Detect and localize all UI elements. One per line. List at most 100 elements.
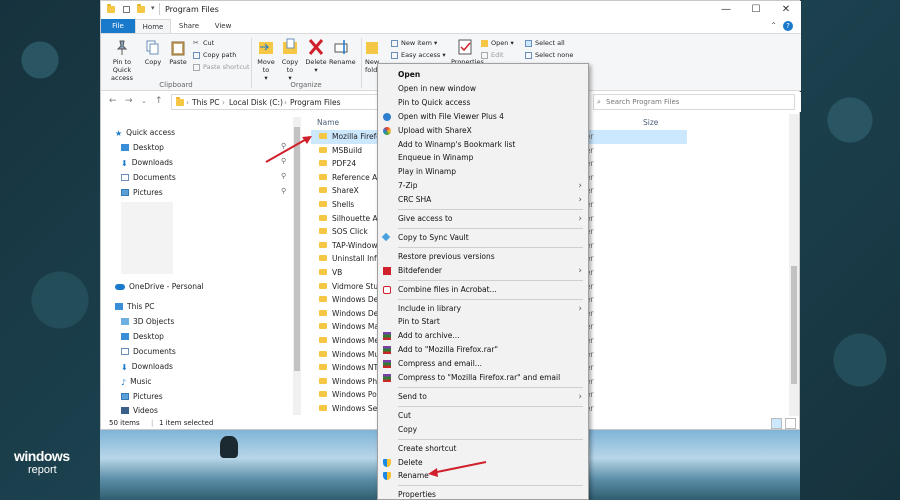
menu-item-bitdefender[interactable]: Bitdefender › <box>378 264 588 278</box>
properties-qat-icon[interactable] <box>123 6 130 13</box>
menu-item-cut[interactable]: Cut <box>378 409 588 423</box>
nav-item-desktop[interactable]: Desktop <box>121 141 164 155</box>
menu-item-label: Play in Winamp <box>398 167 456 177</box>
folder-icon <box>319 133 327 139</box>
close-button[interactable]: ✕ <box>771 1 801 19</box>
tab-view[interactable]: View <box>207 19 239 33</box>
menu-item-crc-sha[interactable]: CRC SHA › <box>378 193 588 207</box>
copy-button[interactable]: Copy <box>141 40 165 66</box>
copy-path-button[interactable]: Copy path <box>193 50 236 60</box>
easy-access-button[interactable]: Easy access ▾ <box>391 50 446 60</box>
up-arrow-icon[interactable]: ↑ <box>155 96 163 106</box>
nav-this-pc[interactable]: This PC <box>115 300 154 314</box>
copy-to-icon <box>283 38 297 54</box>
menu-item-pin-to-quick-access[interactable]: Pin to Quick access <box>378 96 588 110</box>
file-list-scroll-thumb[interactable] <box>791 266 797 384</box>
nav-item-pictures-pc[interactable]: Pictures <box>121 390 163 404</box>
select-all-button[interactable]: Select all <box>525 38 565 48</box>
file-name: MSBuild <box>332 145 363 155</box>
bird-silhouette <box>220 436 238 458</box>
breadcrumb-this-pc[interactable]: This PC <box>192 98 219 107</box>
cut-button[interactable]: ✂ Cut <box>193 38 214 48</box>
breadcrumb-separator: › <box>284 98 287 107</box>
pin-icon[interactable]: ⚲ <box>281 172 286 180</box>
copy-to-button[interactable]: Copy to ▾ <box>279 38 301 82</box>
back-arrow-icon[interactable]: ← <box>109 96 117 106</box>
edit-button[interactable]: Edit <box>481 50 504 60</box>
menu-item-open[interactable]: Open <box>378 68 588 82</box>
search-input[interactable]: ⌕ Search Program Files <box>593 94 795 110</box>
maximize-button[interactable]: ☐ <box>741 1 771 19</box>
recent-locations-icon[interactable]: ⌄ <box>141 97 147 105</box>
nav-item-pictures[interactable]: Pictures <box>121 186 163 200</box>
menu-item-create-shortcut[interactable]: Create shortcut <box>378 442 588 456</box>
menu-item-enqueue-in-winamp[interactable]: Enqueue in Winamp <box>378 151 588 165</box>
menu-item-play-in-winamp[interactable]: Play in Winamp <box>378 165 588 179</box>
menu-item-include-in-library[interactable]: Include in library › <box>378 302 588 316</box>
title-divider <box>159 3 160 15</box>
menu-item-send-to[interactable]: Send to › <box>378 390 588 404</box>
pin-quick-access-button[interactable]: Pin to Quick access <box>103 40 141 82</box>
qat-dropdown-icon[interactable]: ▾ <box>151 4 155 12</box>
properties-button[interactable]: Properties <box>451 38 484 66</box>
menu-item-7-zip[interactable]: 7-Zip › <box>378 179 588 193</box>
menu-separator <box>398 405 583 407</box>
folder-icon <box>319 405 327 411</box>
new-item-button[interactable]: New item ▾ <box>391 38 437 48</box>
menu-item-compress-to-mozilla-firefox-rar-and-email[interactable]: Compress to "Mozilla Firefox.rar" and em… <box>378 371 588 385</box>
select-none-button[interactable]: Select none <box>525 50 573 60</box>
nav-item-documents-pc[interactable]: Documents <box>121 345 176 359</box>
nav-item-downloads[interactable]: ⬇ Downloads <box>121 156 173 170</box>
status-divider: | <box>151 419 154 427</box>
menu-item-add-to-winamp-s-bookmark-list[interactable]: Add to Winamp's Bookmark list <box>378 138 588 152</box>
new-folder-qat-icon[interactable] <box>137 4 145 14</box>
forward-arrow-icon[interactable]: → <box>125 96 133 106</box>
menu-item-restore-previous-versions[interactable]: Restore previous versions <box>378 250 588 264</box>
paste-button[interactable]: Paste <box>166 40 190 66</box>
breadcrumb-local-disk[interactable]: Local Disk (C:) <box>229 98 283 107</box>
nav-item-music[interactable]: ♪ Music <box>121 375 151 389</box>
redacted-area <box>121 202 173 274</box>
large-icons-view-icon[interactable] <box>785 418 796 429</box>
menu-item-compress-and-email[interactable]: Compress and email... <box>378 357 588 371</box>
rename-button[interactable]: Rename <box>329 38 356 66</box>
nav-item-desktop-pc[interactable]: Desktop <box>121 330 164 344</box>
paste-shortcut-button[interactable]: Paste shortcut <box>193 62 250 72</box>
pin-icon[interactable]: ⚲ <box>281 187 286 195</box>
menu-item-open-in-new-window[interactable]: Open in new window <box>378 82 588 96</box>
tab-file[interactable]: File <box>101 19 135 33</box>
column-header-name[interactable]: Name <box>317 118 339 127</box>
nav-quick-access[interactable]: ★ Quick access <box>115 126 175 140</box>
minimize-button[interactable]: — <box>711 1 741 19</box>
delete-button[interactable]: Delete ▾ <box>305 38 327 74</box>
open-button[interactable]: Open ▾ <box>481 38 514 48</box>
column-header-size[interactable]: Size <box>643 118 658 127</box>
menu-item-open-with-file-viewer-plus-4[interactable]: Open with File Viewer Plus 4 <box>378 110 588 124</box>
properties-icon <box>458 39 472 55</box>
menu-item-copy[interactable]: Copy <box>378 423 588 437</box>
help-icon[interactable]: ? <box>783 21 793 31</box>
menu-item-add-to-mozilla-firefox-rar[interactable]: Add to "Mozilla Firefox.rar" <box>378 343 588 357</box>
breadcrumb-program-files[interactable]: Program Files <box>290 98 341 107</box>
menu-item-combine-files-in-acrobat[interactable]: Combine files in Acrobat... <box>378 283 588 297</box>
new-item-label: New item <box>401 39 432 47</box>
menu-item-add-to-archive[interactable]: Add to archive... <box>378 329 588 343</box>
tab-share[interactable]: Share <box>171 19 207 33</box>
nav-onedrive[interactable]: OneDrive - Personal <box>115 280 204 294</box>
tab-home[interactable]: Home <box>135 19 171 33</box>
nav-item-3d-objects[interactable]: 3D Objects <box>121 315 174 329</box>
ribbon-collapse-icon[interactable]: ⌃ <box>770 21 777 30</box>
menu-item-pin-to-start[interactable]: Pin to Start <box>378 315 588 329</box>
shield-icon <box>383 458 391 467</box>
nav-item-documents[interactable]: Documents <box>121 171 176 185</box>
details-view-icon[interactable] <box>771 418 782 429</box>
copy-label: Copy <box>144 58 162 66</box>
menu-item-give-access-to[interactable]: Give access to › <box>378 212 588 226</box>
menu-item-upload-with-sharex[interactable]: Upload with ShareX <box>378 124 588 138</box>
group-separator <box>361 38 362 88</box>
move-to-button[interactable]: Move to ▾ <box>255 38 277 82</box>
menu-item-properties[interactable]: Properties <box>378 488 588 500</box>
copy-path-label: Copy path <box>203 51 237 59</box>
nav-item-downloads-pc[interactable]: ⬇ Downloads <box>121 360 173 374</box>
menu-item-copy-to-sync-vault[interactable]: Copy to Sync Vault <box>378 231 588 245</box>
